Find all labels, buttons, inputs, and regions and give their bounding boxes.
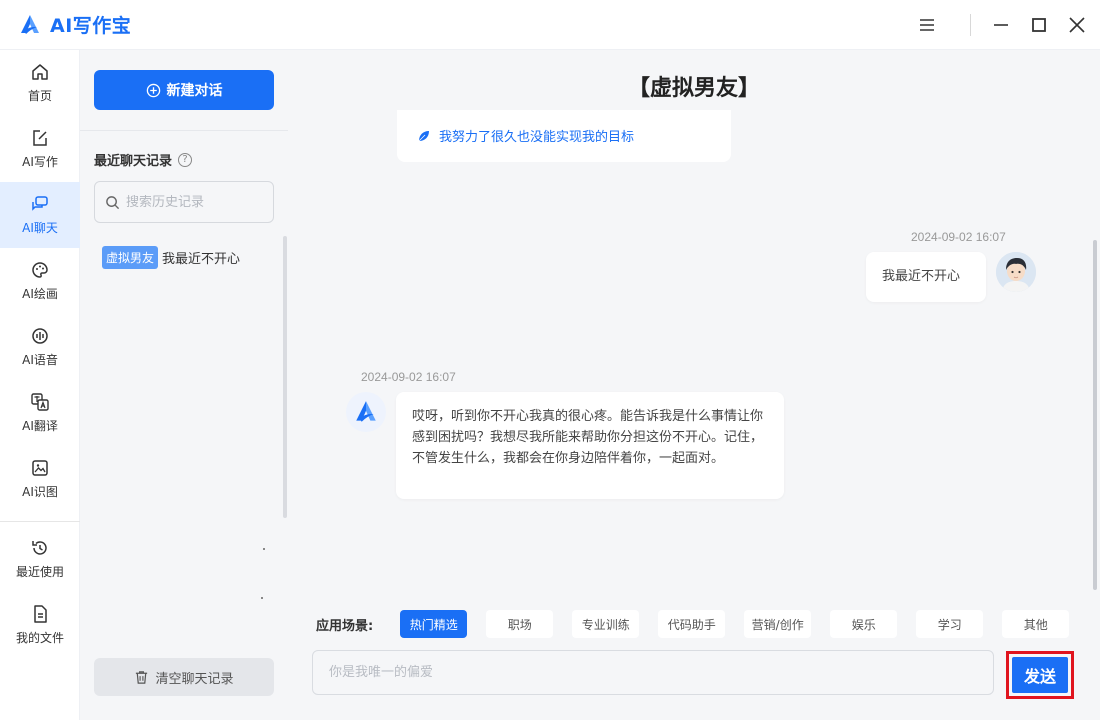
history-search[interactable] (94, 181, 274, 223)
minimize-icon (994, 24, 1008, 26)
nav-item-my-files[interactable]: 我的文件 (0, 592, 80, 658)
assistant-message-text: 哎呀，听到你不开心我真的很心疼。能告诉我是什么事情让你感到困扰吗？我想尽我所能来… (412, 409, 764, 466)
user-avatar-icon (996, 252, 1036, 292)
send-button[interactable]: 发送 (1012, 657, 1068, 693)
message-input[interactable] (312, 650, 994, 695)
nav-label: AI翻译 (22, 419, 58, 433)
app-title: AI写作宝 (50, 15, 132, 37)
send-button-highlight: 发送 (1006, 651, 1074, 699)
scene-tag-workplace[interactable]: 职场 (486, 610, 554, 638)
search-icon (106, 195, 120, 209)
nav-label: AI聊天 (22, 221, 58, 235)
assistant-message-bubble: 哎呀，听到你不开心我真的很心疼。能告诉我是什么事情让你感到困扰吗？我想尽我所能来… (396, 392, 784, 499)
history-item-tag: 虚拟男友 (102, 246, 159, 269)
suggestion-item[interactable]: 我努力了很久也没能实现我的目标 (417, 126, 634, 145)
nav-label: AI语音 (22, 353, 58, 367)
user-avatar (996, 252, 1036, 292)
nav-label: AI写作 (22, 155, 58, 169)
menu-icon (920, 19, 934, 31)
minimize-button[interactable] (989, 13, 1013, 37)
nav-divider (0, 521, 80, 522)
maximize-icon (1032, 18, 1046, 32)
nav-item-home[interactable]: 首页 (0, 50, 80, 116)
decorative-dot (261, 597, 263, 599)
scene-tag-study[interactable]: 学习 (916, 610, 984, 638)
chat-main: 【虚拟男友】 我努力了很久也没能实现我的目标 2024-09-02 16:07 … (288, 50, 1100, 720)
nav-label: 我的文件 (15, 631, 64, 645)
scene-tag-entertainment[interactable]: 娱乐 (830, 610, 898, 638)
app-logo-icon (356, 401, 376, 422)
decorative-dot (263, 548, 265, 550)
file-icon (34, 605, 47, 623)
history-item[interactable]: 虚拟男友 我最近不开心 (102, 246, 240, 269)
history-search-input[interactable] (126, 194, 266, 210)
history-panel: 新建对话 最近聊天记录 ? 虚拟男友 我最近不开心 清空聊天记录 (80, 50, 288, 720)
nav-item-ai-writing[interactable]: AI写作 (0, 116, 80, 182)
nav-item-ai-translate[interactable]: AI翻译 (0, 380, 80, 446)
history-icon (32, 541, 47, 555)
new-chat-button[interactable]: 新建对话 (94, 70, 274, 110)
new-chat-label: 新建对话 (166, 83, 223, 99)
scene-tag-training[interactable]: 专业训练 (572, 610, 640, 638)
message-timestamp: 2024-09-02 16:07 (911, 230, 1006, 244)
scene-label: 应用场景: (316, 618, 374, 634)
suggestion-text: 我努力了很久也没能实现我的目标 (439, 130, 635, 145)
nav-label: AI绘画 (22, 287, 58, 301)
nav-item-ai-voice[interactable]: AI语音 (0, 314, 80, 380)
close-icon (1069, 17, 1085, 33)
message-timestamp: 2024-09-02 16:07 (361, 370, 456, 384)
user-message-text: 我最近不开心 (882, 269, 961, 284)
clear-history-label: 清空聊天记录 (155, 671, 234, 687)
recent-chats-heading: 最近聊天记录 ? (94, 150, 193, 169)
assistant-avatar (346, 392, 386, 432)
app-logo-icon (21, 15, 39, 34)
trash-icon (136, 671, 148, 684)
nav-label: AI识图 (22, 485, 58, 499)
scene-tag-other[interactable]: 其他 (1002, 610, 1070, 638)
translate-icon (31, 393, 49, 411)
scene-tag-marketing[interactable]: 营销/创作 (744, 610, 812, 638)
clear-history-button[interactable]: 清空聊天记录 (94, 658, 274, 696)
image-icon (32, 460, 48, 476)
chat-title: 【虚拟男友】 (627, 76, 760, 101)
nav-item-ai-painting[interactable]: AI绘画 (0, 248, 80, 314)
nav-item-ai-chat[interactable]: AI聊天 (0, 182, 80, 248)
plus-circle-icon (146, 83, 160, 97)
scene-bar: 应用场景: 热门精选 职场 专业训练 代码助手 营销/创作 娱乐 学习 其他 (316, 610, 1088, 638)
home-icon (32, 64, 48, 80)
edit-icon (33, 130, 47, 146)
scene-tag-hot[interactable]: 热门精选 (400, 610, 468, 638)
title-bar: AI写作宝 (0, 0, 1100, 50)
scene-tag-code[interactable]: 代码助手 (658, 610, 726, 638)
menu-button[interactable] (915, 13, 939, 37)
close-button[interactable] (1065, 13, 1089, 37)
history-separator (80, 130, 288, 131)
chat-icon (32, 196, 48, 211)
user-message-bubble: 我最近不开心 (866, 252, 986, 302)
leaf-icon (418, 130, 429, 141)
voice-icon (32, 328, 48, 344)
left-nav: 首页 AI写作 AI聊天 AI绘画 AI语音 AI翻译 AI识图 最近使用 我的… (0, 50, 80, 720)
history-item-text: 我最近不开心 (162, 252, 241, 267)
nav-item-ai-image-recognition[interactable]: AI识图 (0, 446, 80, 512)
history-scrollbar[interactable] (283, 236, 287, 518)
recent-chats-title: 最近聊天记录 (94, 154, 173, 169)
help-icon[interactable]: ? (178, 152, 193, 167)
palette-icon (32, 262, 48, 278)
nav-label: 最近使用 (15, 565, 64, 579)
nav-label: 首页 (27, 89, 52, 103)
maximize-button[interactable] (1027, 13, 1051, 37)
nav-item-recent[interactable]: 最近使用 (0, 526, 80, 592)
suggestion-card: 我努力了很久也没能实现我的目标 (397, 110, 731, 162)
chat-scrollbar[interactable] (1093, 240, 1097, 590)
title-separator (970, 14, 971, 36)
